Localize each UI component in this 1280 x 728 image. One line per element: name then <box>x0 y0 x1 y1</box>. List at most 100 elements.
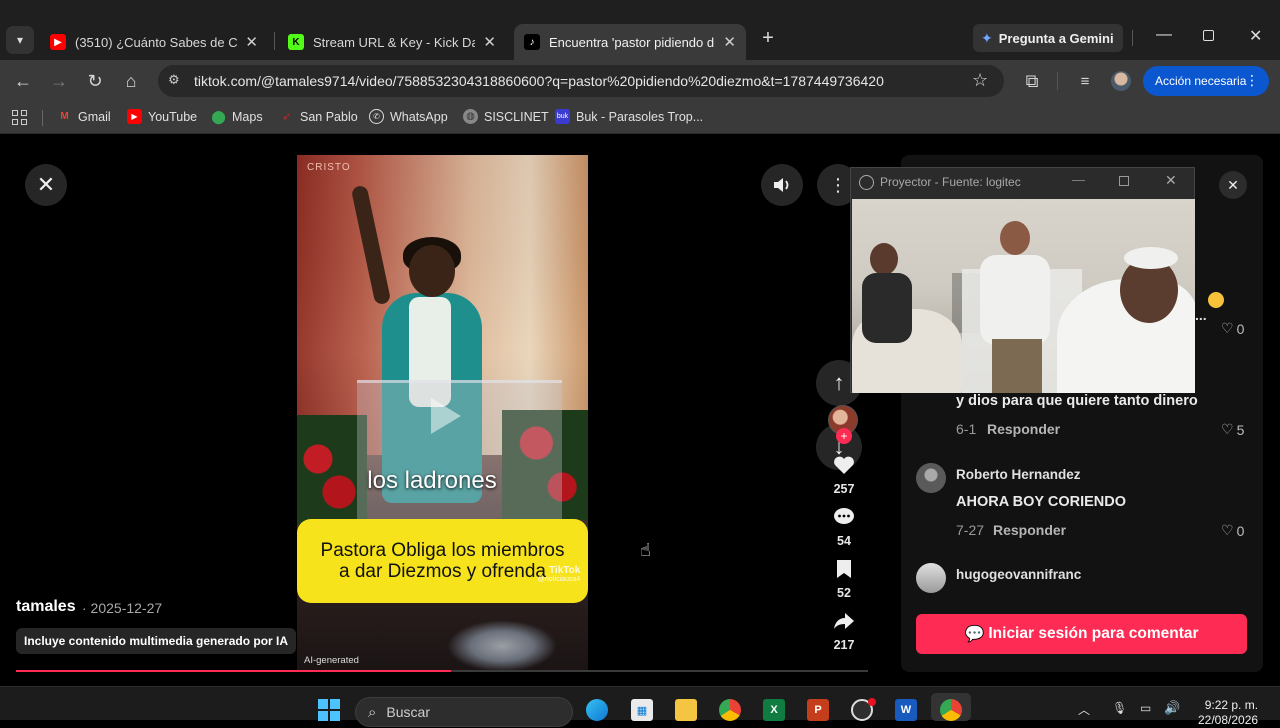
bookmark-youtube[interactable]: ▶ YouTube <box>127 109 197 124</box>
media-control-icon[interactable]: ≡ <box>1073 69 1097 93</box>
taskbar-search[interactable]: ⌕ Buscar <box>355 697 573 727</box>
projector-minimize-icon[interactable]: — <box>1072 172 1085 187</box>
video-progress-fill <box>16 670 451 672</box>
word-icon[interactable]: W <box>895 699 917 721</box>
speaker-icon <box>774 178 789 192</box>
windows-start-icon[interactable] <box>318 699 340 721</box>
bookmark-label: WhatsApp <box>390 109 448 124</box>
close-icon[interactable]: ✕ <box>723 33 736 51</box>
extensions-icon[interactable]: ⧉ <box>1020 69 1044 93</box>
comment-like-button[interactable]: ♡ 0 <box>1221 522 1244 539</box>
share-arrow-icon <box>824 610 864 632</box>
tab-kick[interactable]: K Stream URL & Key - Kick Dashboard ✕ <box>278 24 506 60</box>
volume-button[interactable] <box>761 164 803 206</box>
bookmark-sisclinet[interactable]: ◍ SISCLINET <box>463 109 549 124</box>
minimize-icon[interactable]: — <box>1156 26 1172 44</box>
address-bar[interactable]: ⚙ tiktok.com/@tamales9714/video/75885323… <box>158 65 1004 97</box>
bookmark-star-icon[interactable]: ☆ <box>972 70 988 91</box>
bookmark-buk[interactable]: buk Buk - Parasoles Trop... <box>555 109 703 124</box>
microphone-icon[interactable]: 🎙 <box>1112 701 1127 715</box>
bookmark-label: Gmail <box>78 109 111 124</box>
powerpoint-icon[interactable]: P <box>807 699 829 721</box>
commenter-avatar[interactable] <box>916 463 946 493</box>
file-explorer-icon[interactable] <box>675 699 697 721</box>
bookmark-whatsapp[interactable]: ✆ WhatsApp <box>369 109 448 124</box>
bookmark-icon <box>824 558 864 580</box>
reload-icon[interactable]: ↻ <box>83 69 107 93</box>
tab-search-button[interactable]: ▾ <box>6 26 34 54</box>
obs-icon <box>859 175 874 190</box>
comment-text: y dios para que quiere tanto dinero <box>956 393 1198 409</box>
projector-close-icon[interactable]: ✕ <box>1165 172 1177 189</box>
save-action[interactable]: 52 <box>824 558 864 600</box>
ai-content-badge: Incluye contenido multimedia generado po… <box>16 628 297 654</box>
youtube-icon: ▶ <box>50 34 66 50</box>
play-icon[interactable] <box>417 390 469 442</box>
close-window-icon[interactable]: ✕ <box>1249 26 1262 46</box>
projector-maximize-icon[interactable] <box>1119 176 1129 186</box>
close-icon: ✕ <box>1227 176 1239 193</box>
reply-button[interactable]: Responder <box>993 522 1066 538</box>
tab-youtube[interactable]: ▶ (3510) ¿Cuánto Sabes de CULTURA ✕ <box>40 24 268 60</box>
close-icon[interactable]: ✕ <box>483 33 496 51</box>
projector-window[interactable]: Proyector - Fuente: logitec — ✕ <box>850 167 1195 393</box>
home-icon[interactable]: ⌂ <box>119 69 143 93</box>
gemini-button[interactable]: ✦ Pregunta a Gemini <box>973 24 1123 52</box>
url-text[interactable]: tiktok.com/@tamales9714/video/7588532304… <box>194 73 884 89</box>
taskbar-clock[interactable]: 9:22 p. m. 22/08/2026 <box>1198 698 1258 728</box>
comment-like-button[interactable]: ♡ 5 <box>1221 421 1244 438</box>
excel-icon[interactable]: X <box>763 699 785 721</box>
login-to-comment-button[interactable]: 💬 Iniciar sesión para comentar <box>916 614 1247 654</box>
bookmark-label: San Pablo <box>300 109 358 124</box>
buk-icon: buk <box>555 109 570 124</box>
comment-action[interactable]: 54 <box>824 506 864 548</box>
apps-grid-icon[interactable] <box>12 110 27 125</box>
forward-icon[interactable]: → <box>47 69 71 93</box>
action-required-button[interactable]: Acción necesaria ⋮ <box>1143 66 1269 96</box>
ai-generated-label: AI-generated <box>304 655 359 666</box>
video-player[interactable]: CRISTO los ladrones Pastora Obliga los m… <box>297 155 588 672</box>
save-count: 52 <box>837 586 851 600</box>
taskbar-date: 22/08/2026 <box>1198 713 1259 727</box>
close-comments-button[interactable]: ✕ <box>1219 171 1247 199</box>
tab-label: (3510) ¿Cuánto Sabes de CULTURA <box>75 34 238 50</box>
bookmark-maps[interactable]: ⬤ Maps <box>211 109 262 124</box>
tiktok-watermark-user: @noticiausa4 <box>537 576 581 583</box>
tray-chevron-up-icon[interactable]: ︿ <box>1078 701 1090 718</box>
login-to-comment-label: Iniciar sesión para comentar <box>988 625 1199 642</box>
windows-taskbar: ⌕ Buscar ▦ X P W ︿ 🎙 ▭ 🔊 9:22 p. m. 22/0… <box>0 686 1280 727</box>
mouse-pointer-icon: ☝ <box>640 540 651 560</box>
restore-icon[interactable] <box>1203 30 1214 41</box>
commenter-name[interactable]: hugogeovannifranc <box>956 567 1081 582</box>
bookmark-label: Buk - Parasoles Trop... <box>576 109 704 124</box>
commenter-name[interactable]: Roberto Hernandez <box>956 467 1081 482</box>
close-video-button[interactable]: ✕ <box>25 164 67 206</box>
kebab-menu-icon: ⋮ <box>1245 72 1259 88</box>
comment-like-button[interactable]: ♡ 0 <box>1221 320 1244 337</box>
author-name[interactable]: tamales <box>16 598 76 616</box>
tab-tiktok[interactable]: ♪ Encuentra 'pastor pidiendo diezmo' ✕ <box>514 24 746 60</box>
video-blur-artifact <box>447 620 557 672</box>
commenter-avatar[interactable] <box>916 563 946 593</box>
profile-avatar[interactable] <box>1111 71 1131 91</box>
close-icon[interactable]: ✕ <box>245 33 258 51</box>
tab-strip: ▾ ▶ (3510) ¿Cuánto Sabes de CULTURA ✕ K … <box>0 0 1280 60</box>
bookmark-gmail[interactable]: M Gmail <box>57 109 111 124</box>
chrome-icon[interactable] <box>719 699 741 721</box>
follow-plus-icon[interactable]: + <box>836 428 852 444</box>
bookmark-san-pablo[interactable]: ➶ San Pablo <box>279 109 358 124</box>
whatsapp-icon: ✆ <box>369 109 384 124</box>
chrome-active-icon[interactable] <box>940 699 962 721</box>
back-icon[interactable]: ← <box>11 69 35 93</box>
video-progress-bar[interactable] <box>16 670 868 672</box>
like-action[interactable]: 257 <box>824 454 864 496</box>
store-icon[interactable]: ▦ <box>631 699 653 721</box>
network-icon[interactable]: ▭ <box>1140 701 1151 715</box>
edge-icon[interactable] <box>586 699 608 721</box>
new-tab-button[interactable]: + <box>758 27 778 49</box>
reply-button[interactable]: Responder <box>987 421 1060 437</box>
site-info-icon[interactable]: ⚙ <box>168 72 180 88</box>
volume-tray-icon[interactable]: 🔊 <box>1164 700 1180 716</box>
comment-count: 54 <box>837 534 851 548</box>
share-action[interactable]: 217 <box>824 610 864 652</box>
